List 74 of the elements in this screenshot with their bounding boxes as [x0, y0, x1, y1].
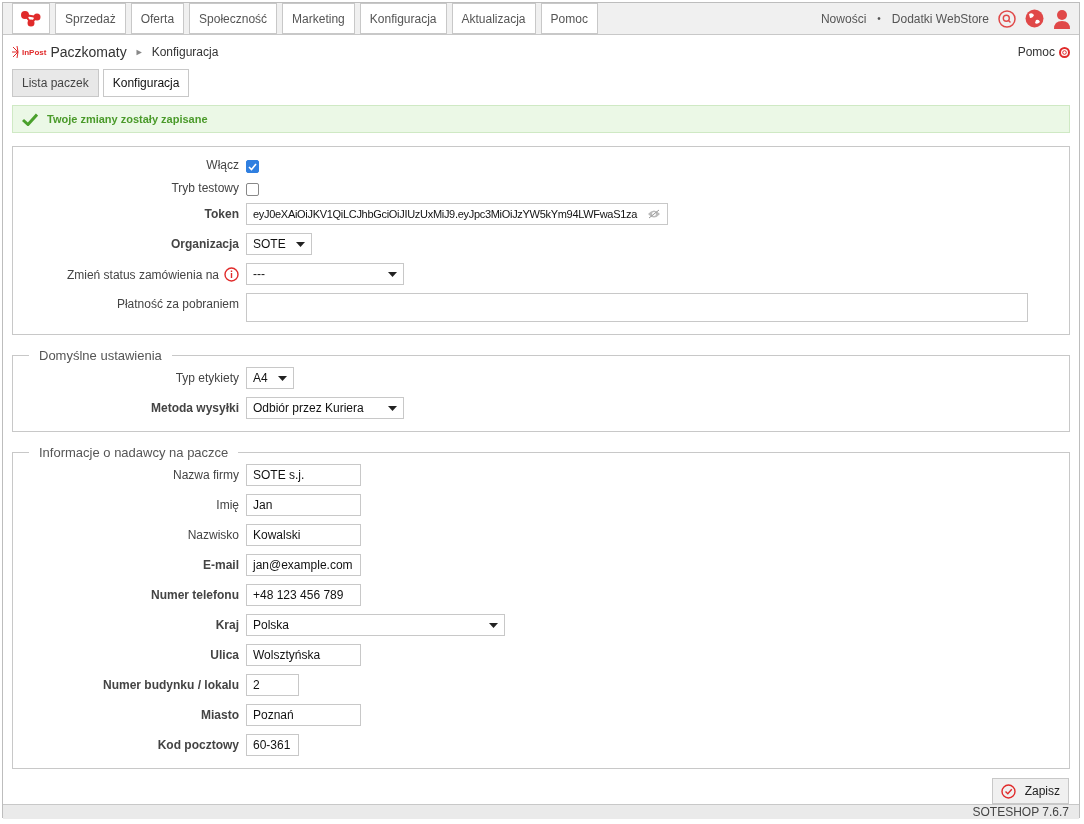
lifebuoy-icon[interactable] [1059, 46, 1070, 58]
field-label: E-mail [203, 558, 239, 572]
field-label: Nazwisko [187, 528, 239, 542]
nav-button[interactable]: Marketing [282, 3, 355, 34]
nav-button[interactable]: Pomoc [540, 3, 598, 34]
checkbox[interactable] [246, 160, 259, 173]
logo-button[interactable] [12, 3, 50, 34]
breadcrumb-current: Konfiguracja [151, 45, 219, 59]
text-field[interactable]: Poznań [246, 704, 361, 726]
select-field[interactable]: A4 [246, 367, 294, 389]
caret-icon [277, 375, 287, 381]
nav-button[interactable]: Konfiguracja [359, 3, 447, 34]
nav-button[interactable]: Sprzedaż [55, 3, 126, 34]
logo-icon [21, 10, 41, 27]
caret-icon [295, 241, 305, 247]
field-label: Imię [216, 498, 239, 512]
caret-icon [388, 271, 397, 277]
text-field[interactable]: Wolsztyńska [246, 644, 361, 666]
page-title: Paczkomaty [50, 44, 127, 60]
text-field[interactable]: SOTE s.j. [246, 464, 361, 486]
version-text: SOTESHOP 7.6.7 [972, 805, 1069, 819]
top-link[interactable]: Dodatki WebStore [891, 11, 989, 26]
select-field[interactable]: Odbiór przez Kuriera [246, 397, 404, 419]
field-label: Kraj [215, 618, 239, 632]
field-label: Token [204, 207, 239, 221]
field-label: Zmień status zamówienia na [66, 267, 219, 282]
save-button[interactable]: Zapisz [991, 778, 1069, 804]
caret-icon [388, 405, 397, 411]
field-label: Metoda wysyłki [150, 401, 239, 415]
field-label: Nazwa firmy [173, 468, 239, 482]
help-link[interactable]: Pomoc [1017, 45, 1055, 59]
checkbox[interactable] [246, 183, 259, 196]
alert-message: Twoje zmiany zostały zapisane [47, 113, 208, 125]
text-field[interactable]: jan@example.com [246, 554, 361, 576]
field-label: Ulica [210, 648, 239, 662]
select-field[interactable]: --- [246, 263, 404, 285]
tab[interactable]: Lista paczek [12, 69, 99, 97]
field-label: Typ etykiety [175, 371, 239, 385]
field-label: Miasto [201, 708, 239, 722]
nav-button[interactable]: Społeczność [189, 3, 278, 34]
checkmark-icon [22, 112, 38, 126]
text-field[interactable]: 2 [246, 674, 299, 696]
info-icon[interactable] [224, 267, 239, 282]
field-label: Włącz [206, 158, 239, 172]
field-label: Numer telefonu [151, 588, 239, 602]
field-label: Organizacja [170, 237, 239, 251]
section-legend: Informacje o nadawcy na paczce [29, 445, 239, 460]
text-field[interactable]: Jan [246, 494, 361, 516]
token-value: eyJ0eXAiOiJKV1QiLCJhbGciOiJIUzUxMiJ9.eyJpc3MiOiJzYW5kYm94LWFwaS1za [253, 208, 638, 220]
text-field[interactable]: 60-361 [246, 734, 299, 756]
textarea-field[interactable] [246, 293, 1028, 322]
inpost-logo: InPost [12, 46, 47, 58]
tab[interactable]: Konfiguracja [102, 69, 190, 97]
breadcrumb-separator: ► [134, 47, 144, 57]
field-label: Płatność za pobraniem [116, 297, 239, 311]
search-icon[interactable] [998, 9, 1016, 28]
text-field[interactable]: +48 123 456 789 [246, 584, 361, 606]
field-label: Tryb testowy [171, 181, 239, 195]
section-legend: Domyślne ustawienia [29, 348, 172, 363]
token-field[interactable]: eyJ0eXAiOiJKV1QiLCJhbGciOiJIUzUxMiJ9.eyJpc3MiOiJzYW5kYm94LWFwaS1za [246, 203, 668, 225]
user-icon[interactable] [1053, 8, 1071, 29]
select-field[interactable]: SOTE [246, 233, 312, 255]
field-label: Kod pocztowy [157, 738, 239, 752]
nav-button[interactable]: Aktualizacja [451, 3, 536, 34]
nav-button[interactable]: Oferta [130, 3, 185, 34]
select-field[interactable]: Polska [246, 614, 505, 636]
eye-icon[interactable] [647, 209, 661, 219]
field-label: Numer budynku / lokalu [102, 678, 239, 692]
top-link[interactable]: Nowości [820, 11, 867, 26]
globe-icon[interactable] [1025, 9, 1044, 28]
caret-icon [489, 622, 498, 628]
text-field[interactable]: Kowalski [246, 524, 361, 546]
check-circle-icon [1000, 783, 1016, 799]
separator-dot: • [877, 13, 881, 24]
